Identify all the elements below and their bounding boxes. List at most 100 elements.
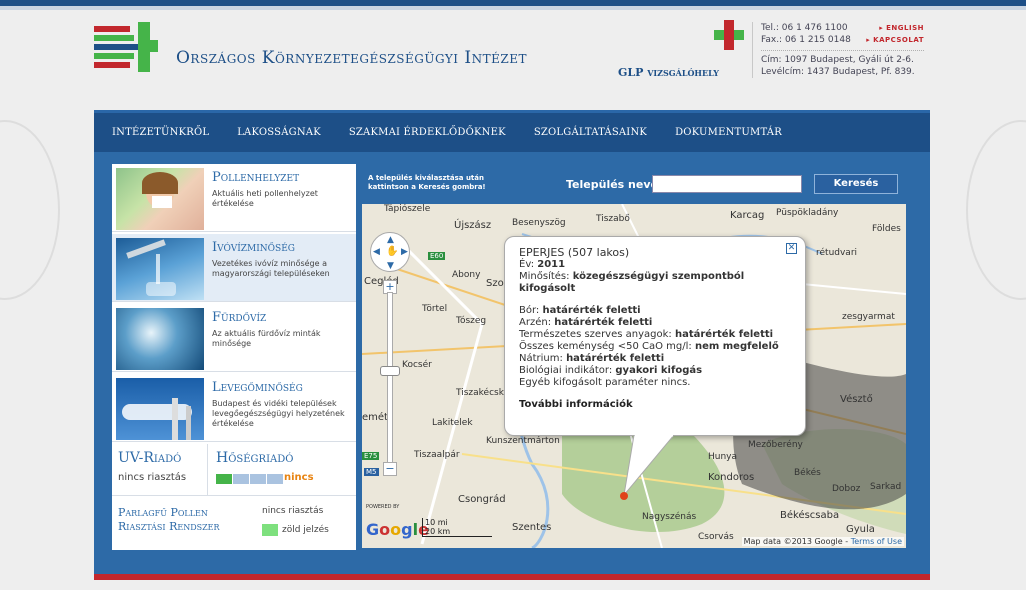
map-label-retudvari: rétudvari — [816, 248, 858, 258]
popup-param: Biológiai indikátor: gyakori kifogás — [519, 365, 703, 376]
tile-pollen-desc: Aktuális heti pollenhelyzet értékelése — [212, 189, 318, 208]
hand-icon: ✋ — [386, 246, 399, 257]
popup-param: Természetes szerves anyagok: határérték … — [519, 329, 774, 340]
tile-pollen[interactable]: Pollenhelyzet Aktuális heti pollenhelyze… — [112, 164, 356, 232]
town-info-popup: ✕ EPERJES (507 lakos) Év: 2011 Minősítés… — [504, 236, 806, 436]
map-marker[interactable] — [620, 492, 628, 500]
close-icon[interactable]: ✕ — [786, 243, 797, 254]
map-label-bekes: Békés — [794, 468, 821, 478]
zoom-out-button[interactable]: − — [383, 462, 397, 476]
tile-bathing-water[interactable]: Fürdővíz Az aktuális fürdővíz minták min… — [112, 304, 356, 372]
map-label-tiszabo: Tiszabő — [596, 214, 630, 224]
popup-param: Arzén: határérték feletti — [519, 317, 653, 328]
search-label: Település neve: — [566, 178, 663, 191]
map-zoom-control: ▲ ▼ ◀ ▶ ✋ + − — [370, 232, 410, 482]
map-scale: 10 mi 20 km — [422, 518, 492, 537]
map-label-bekescsaba: Békéscsaba — [780, 510, 840, 521]
map-label-veszto: Vésztő — [840, 394, 873, 405]
air-quality-photo — [116, 378, 204, 440]
glp-lab-link[interactable]: GLP vizsgálóhely — [618, 66, 719, 79]
popup-rating-line: Minősítés: közegészségügyi szempontból k… — [519, 271, 745, 294]
ragweed-alert-status: nincs riasztás — [262, 506, 324, 516]
map-label-tortel: Törtel — [422, 304, 448, 314]
stage-bottom-bar — [94, 574, 930, 580]
nav-item-services[interactable]: Szolgáltatásaink — [534, 127, 647, 138]
phone-number: Tel.: 06 1 476 1100 — [761, 23, 848, 33]
uv-alert-title: UV-Riadó — [118, 450, 182, 466]
map-label-kondoros: Kondoros — [708, 472, 755, 483]
popup-other: Egyéb kifogásolt paraméter nincs. — [519, 377, 691, 388]
top-bar-accent — [0, 6, 1026, 10]
uv-alert-status: nincs riasztás — [118, 472, 187, 483]
map-label-csongrad: Csongrád — [458, 494, 506, 505]
map-label-gyula: Gyula — [846, 524, 875, 535]
more-info-link[interactable]: További információk — [519, 399, 791, 411]
service-panel: Pollenhelyzet Aktuális heti pollenhelyze… — [112, 164, 356, 550]
map-label-lakitelek: Lakitelek — [432, 418, 473, 428]
popup-town: EPERJES (507 lakos) — [519, 246, 630, 259]
popup-param: Nátrium: határérték feletti — [519, 353, 665, 364]
map-label-kunszent: Kunszentmárton — [486, 436, 560, 446]
main-nav: Intézetünkről Lakosságnak Szakmai érdekl… — [94, 110, 930, 152]
background-ornament-left — [0, 120, 60, 300]
map-label-abony: Abony — [452, 270, 481, 280]
nav-item-public[interactable]: Lakosságnak — [237, 127, 321, 138]
zoom-slider-track[interactable] — [387, 292, 393, 464]
background-ornament-right — [966, 120, 1026, 300]
nav-item-about[interactable]: Intézetünkről — [112, 127, 209, 138]
postal-address: Levélcím: 1437 Budapest, Pf. 839. — [761, 67, 915, 77]
tile-pollen-title: Pollenhelyzet — [212, 170, 300, 185]
map-label-toszeg: Tószeg — [456, 316, 487, 326]
search-button[interactable]: Keresés — [814, 174, 898, 194]
ragweed-alert-indicator: zöld jelzés — [262, 524, 329, 536]
map-label-doboz: Doboz — [832, 484, 861, 494]
tile-drinking-water[interactable]: Ivóvízminőség Vezetékes ivóvíz minősége … — [112, 234, 356, 302]
map-label-szentes: Szentes — [512, 522, 552, 533]
map-data-credit: Map data ©2013 Google — [743, 537, 843, 546]
street-address: Cím: 1097 Budapest, Gyáli út 2-6. — [761, 50, 924, 66]
map-view[interactable]: Tápiószele Újszász Besenyszög Tiszabő Ka… — [362, 204, 906, 548]
search-hint: A település kiválasztása után kattintson… — [368, 174, 486, 191]
map-label-tiszakecske: Tiszakécske — [456, 388, 510, 398]
map-label-puspokladany: Püspökladány — [776, 208, 839, 218]
map-label-mezobereny: Mezőberény — [748, 440, 803, 450]
map-label-e60: E60 — [428, 252, 446, 260]
popup-year: 2011 — [537, 259, 566, 270]
map-label-csorvas: Csorvás — [698, 532, 734, 542]
scale-km: 20 km — [425, 527, 451, 536]
popup-param: Összes keménység <50 CaO mg/l: nem megfe… — [519, 341, 779, 352]
zoom-slider-thumb[interactable] — [380, 366, 400, 376]
organization-name[interactable]: Országos Környezetegészségügyi Intézet — [176, 48, 527, 68]
heat-alert-title[interactable]: Hőségriadó — [216, 450, 293, 466]
ragweed-alert[interactable]: Parlagfű Pollen Riasztási Rendszer nincs… — [112, 496, 356, 550]
map-label-tapioszele: Tápiószele — [384, 204, 431, 214]
scale-miles: 10 mi — [425, 518, 448, 527]
alert-row: UV-Riadó nincs riasztás Hőségriadó nincs — [112, 444, 356, 496]
tile-bathing-water-title: Fürdővíz — [212, 310, 267, 325]
powered-by-text: POWERED BY — [366, 504, 400, 510]
english-link[interactable]: ▸ ENGLISH — [879, 22, 924, 34]
google-logo: Google — [366, 520, 429, 539]
town-search-input[interactable] — [652, 175, 802, 193]
map-pan-control[interactable]: ▲ ▼ ◀ ▶ ✋ — [370, 232, 410, 272]
ragweed-alert-title: Parlagfű Pollen Riasztási Rendszer — [118, 506, 220, 533]
nav-item-professionals[interactable]: Szakmai érdeklődőknek — [349, 127, 506, 138]
map-label-besenyszog: Besenyszög — [512, 218, 566, 228]
map-attribution: Map data ©2013 Google - Terms of Use — [741, 537, 904, 546]
tile-drinking-water-desc: Vezetékes ivóvíz minősége a magyarország… — [212, 259, 330, 278]
tile-air-quality[interactable]: Levegőminőség Budapest és vidéki települ… — [112, 374, 356, 442]
uv-alert[interactable]: UV-Riadó nincs riasztás — [112, 444, 208, 496]
terms-of-use-link[interactable]: Terms of Use — [851, 537, 902, 546]
health-cross-icon — [714, 20, 744, 50]
bathing-water-photo — [116, 308, 204, 370]
map-label-ujszasz: Újszász — [454, 220, 492, 231]
map-label-foldes: Földes — [872, 224, 901, 234]
drinking-water-photo — [116, 238, 204, 300]
town-search-bar: A település kiválasztása után kattintson… — [362, 166, 906, 204]
map-label-tiszaalpar: Tiszaalpár — [414, 450, 460, 460]
institute-logo[interactable] — [94, 22, 158, 72]
heat-alert-status: nincs — [284, 472, 314, 483]
nav-item-documents[interactable]: Dokumentumtár — [675, 127, 782, 138]
contact-link[interactable]: ▸ KAPCSOLAT — [866, 34, 924, 46]
pollen-photo — [116, 168, 204, 230]
